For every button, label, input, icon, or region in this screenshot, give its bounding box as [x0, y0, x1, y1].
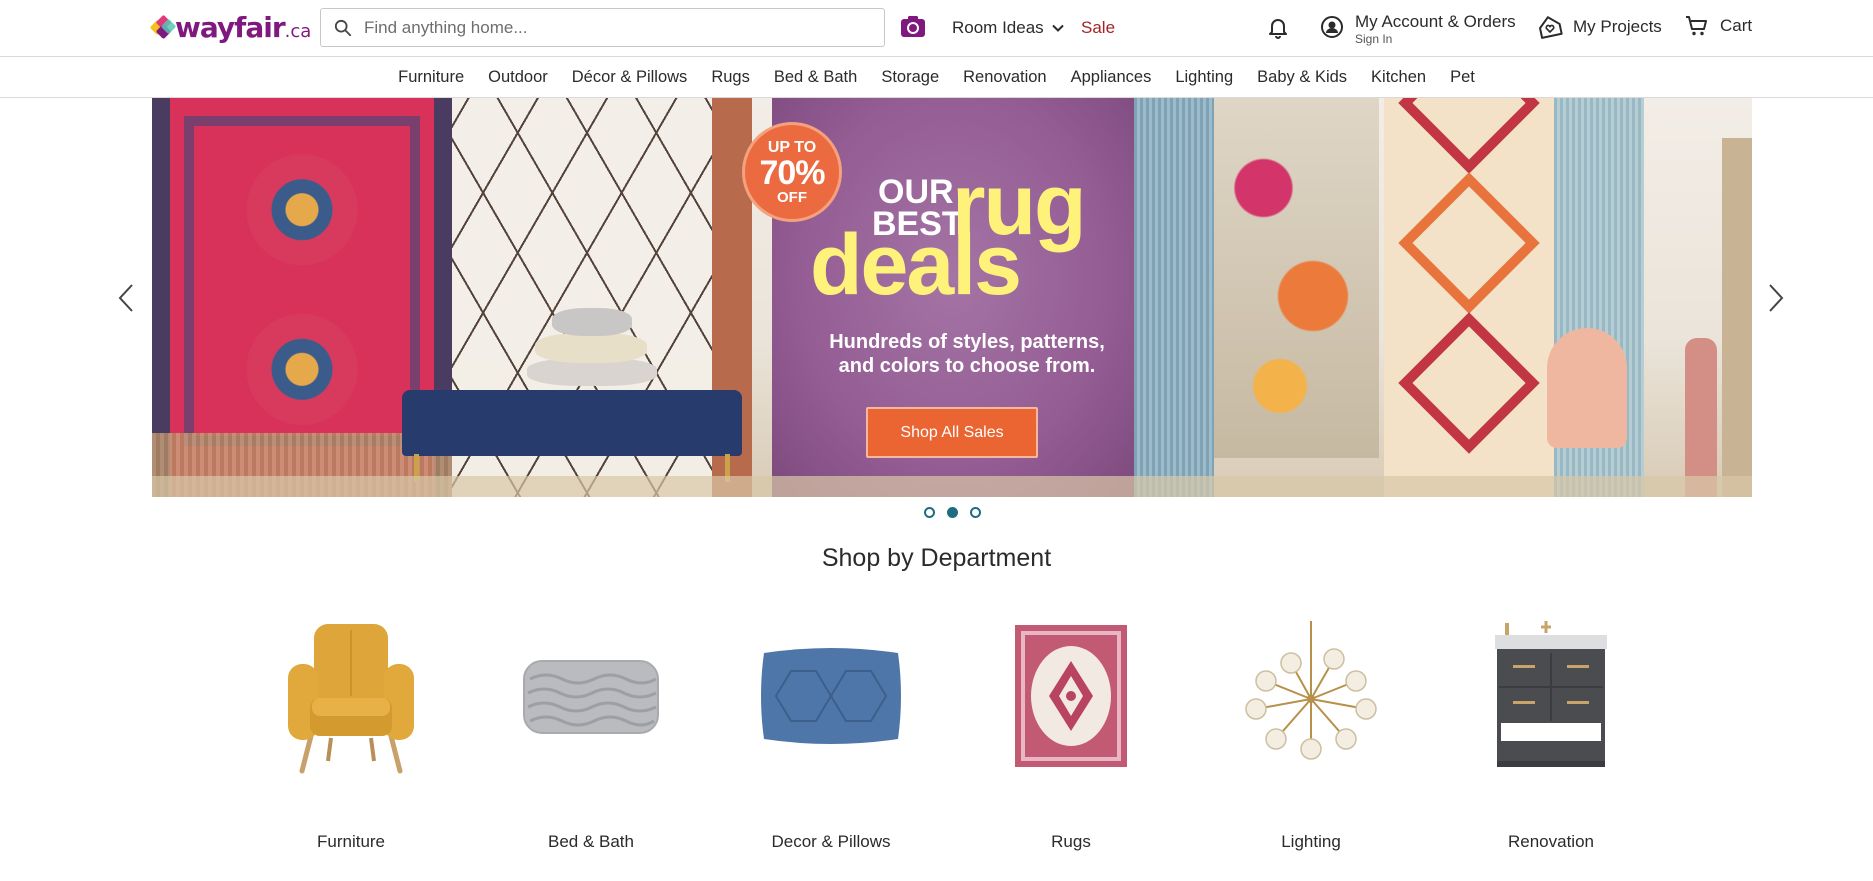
category-nav: Furniture Outdoor Décor & Pillows Rugs B…	[0, 58, 1873, 98]
dept-label: Renovation	[1507, 832, 1594, 851]
pillow-icon	[741, 612, 921, 780]
dept-decor-pillows[interactable]: Decor & Pillows	[711, 612, 951, 852]
hero-abstract-rug	[1214, 98, 1379, 458]
chevron-down-icon	[1051, 24, 1064, 32]
carousel-prev-chevron-icon[interactable]	[116, 283, 136, 313]
nav-baby-kids[interactable]: Baby & Kids	[1245, 68, 1359, 87]
search-input[interactable]	[364, 9, 884, 46]
nav-pet[interactable]: Pet	[1438, 68, 1487, 87]
wayfair-logo[interactable]: wayfair .ca	[149, 10, 312, 44]
dept-label: Bed & Bath	[547, 832, 634, 851]
account-user-icon	[1321, 16, 1343, 38]
logo-pinwheel-icon	[149, 14, 177, 40]
dept-rugs[interactable]: Rugs	[951, 612, 1191, 852]
department-grid: Furniture Bed & Bath Decor & Pillows Rug…	[231, 612, 1671, 852]
cart-link[interactable]: Cart	[1685, 14, 1752, 38]
account-title: My Account & Orders	[1355, 12, 1516, 31]
dept-bed-bath[interactable]: Bed & Bath	[471, 612, 711, 852]
hero-floor	[152, 476, 1752, 497]
carousel-dots	[924, 507, 981, 518]
hero-subtitle: Hundreds of styles, patterns, and colors…	[829, 331, 1105, 377]
chandelier-icon	[1221, 612, 1401, 780]
dept-lighting[interactable]: Lighting	[1191, 612, 1431, 852]
headline-deals: deals	[810, 217, 1022, 313]
sign-in-link[interactable]: Sign In	[1355, 32, 1516, 46]
sale-link[interactable]: Sale	[1081, 0, 1115, 55]
nav-outdoor[interactable]: Outdoor	[476, 68, 560, 87]
hero-stacked-pillows	[527, 308, 657, 388]
room-ideas-menu[interactable]: Room Ideas	[952, 0, 1064, 55]
search-icon[interactable]	[334, 19, 352, 37]
carousel-dot-2[interactable]	[947, 507, 958, 518]
carousel-next-chevron-icon[interactable]	[1766, 283, 1786, 313]
my-projects-link[interactable]: My Projects	[1537, 14, 1662, 40]
nav-renovation[interactable]: Renovation	[951, 68, 1058, 87]
nav-storage[interactable]: Storage	[869, 68, 951, 87]
dept-label: Lighting	[1281, 832, 1341, 851]
shop-all-sales-button[interactable]: Shop All Sales	[866, 407, 1038, 458]
nav-lighting[interactable]: Lighting	[1163, 68, 1245, 87]
hero-blue-rug	[1134, 98, 1214, 497]
rug-icon	[981, 612, 1161, 780]
logo-tld: .ca	[284, 20, 312, 42]
hero-rolled-rug	[1685, 338, 1717, 497]
logo-wordmark: wayfair	[175, 10, 286, 44]
nav-furniture[interactable]: Furniture	[386, 68, 476, 87]
nav-kitchen[interactable]: Kitchen	[1359, 68, 1438, 87]
visual-search-camera-icon[interactable]	[900, 15, 926, 39]
site-header: wayfair .ca Room Ideas Sale My Account &…	[0, 0, 1873, 57]
nav-bed-bath[interactable]: Bed & Bath	[762, 68, 869, 87]
room-ideas-label: Room Ideas	[952, 17, 1044, 37]
cart-label: Cart	[1720, 16, 1753, 35]
dept-label: Rugs	[1051, 832, 1091, 851]
carousel-dot-3[interactable]	[970, 507, 981, 518]
notifications-bell-icon[interactable]	[1266, 15, 1290, 39]
carousel-dot-1[interactable]	[924, 507, 935, 518]
hero-peach-chair	[1547, 328, 1627, 448]
shop-by-department-heading: Shop by Department	[821, 544, 1052, 572]
armchair-icon	[261, 612, 441, 780]
hero-navy-bench	[402, 390, 742, 456]
dept-renovation[interactable]: Renovation	[1431, 612, 1671, 852]
projects-house-icon	[1539, 16, 1563, 39]
hero-rolled-rug-2	[1722, 138, 1752, 497]
cart-icon	[1686, 16, 1707, 36]
vanity-icon	[1461, 612, 1641, 780]
nav-rugs[interactable]: Rugs	[699, 68, 762, 87]
hero-headline: OUR BEST rug deals	[808, 162, 1128, 340]
nav-decor-pillows[interactable]: Décor & Pillows	[560, 68, 700, 87]
hero-banner[interactable]: UP TO 70% OFF OUR BEST rug deals Hundred…	[152, 98, 1752, 497]
dept-furniture[interactable]: Furniture	[231, 612, 471, 852]
nav-appliances[interactable]: Appliances	[1059, 68, 1164, 87]
my-account-menu[interactable]: My Account & Orders Sign In	[1320, 12, 1516, 46]
hero-diamond-kilim-rug	[1384, 98, 1554, 497]
headline-our: OUR	[878, 173, 954, 211]
my-projects-label: My Projects	[1573, 17, 1662, 36]
search-bar	[320, 8, 885, 47]
badge-off: OFF	[777, 188, 807, 206]
dept-label: Decor & Pillows	[771, 832, 891, 851]
dept-label: Furniture	[316, 832, 386, 851]
throw-blanket-icon	[501, 612, 681, 780]
